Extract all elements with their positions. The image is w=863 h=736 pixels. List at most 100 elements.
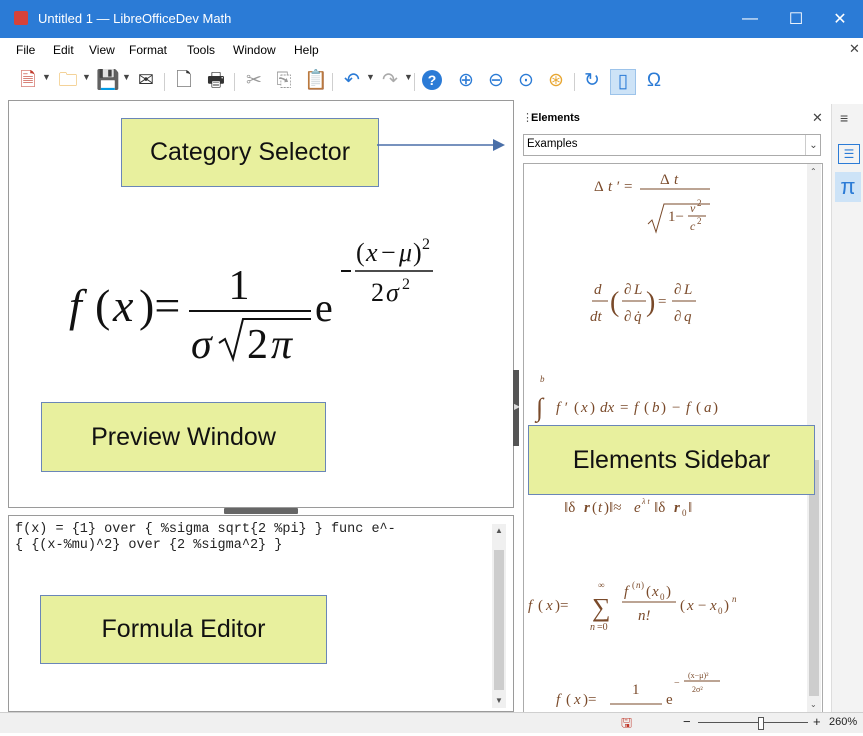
symbols-icon[interactable]: Ω bbox=[642, 69, 666, 93]
svg-text:=0: =0 bbox=[597, 622, 608, 633]
svg-text:t ′: t ′ bbox=[608, 179, 620, 195]
editor-scroll-thumb[interactable] bbox=[494, 550, 504, 690]
svg-text:(: ( bbox=[632, 580, 635, 590]
save-dropdown-icon[interactable]: ▼ bbox=[122, 72, 131, 82]
copy-icon[interactable]: ⎘ bbox=[272, 69, 296, 93]
svg-text:0: 0 bbox=[718, 606, 723, 616]
svg-text:q: q bbox=[684, 309, 692, 325]
example-lyapunov: ‖δ r(t)‖≈ eλ t ‖δ r 0 ‖ bbox=[564, 497, 692, 518]
svg-text:(: ( bbox=[610, 287, 619, 318]
zoom-in-icon[interactable]: ⊕ bbox=[454, 69, 478, 93]
svg-text:2: 2 bbox=[402, 276, 410, 293]
scroll-down-icon[interactable]: ⌄ bbox=[810, 700, 817, 709]
formula-editor-text[interactable]: f(x) = {1} over { %sigma sqrt{2 %pi} } f… bbox=[15, 522, 485, 582]
document-modified-icon: 🖫 bbox=[621, 715, 633, 730]
svg-text:)=: )= bbox=[555, 598, 568, 614]
undo-icon[interactable]: ↶ bbox=[340, 69, 364, 93]
formula-cursor-icon[interactable]: ▯ bbox=[610, 69, 636, 95]
elements-pi-icon[interactable]: π bbox=[835, 172, 861, 202]
svg-text:v: v bbox=[690, 201, 696, 215]
svg-text:(: ( bbox=[356, 238, 365, 267]
svg-text:x: x bbox=[580, 400, 588, 416]
properties-icon[interactable]: ☰ bbox=[838, 144, 860, 164]
sidebar-header: ⋮ Elements ✕ bbox=[519, 104, 827, 134]
menu-format[interactable]: Format bbox=[129, 43, 167, 57]
svg-text:e: e bbox=[666, 692, 673, 708]
example-taylor: f(x)= ∞ ∑ n =0 f(n) (x 0) n! (x − x 0) n bbox=[528, 580, 737, 633]
svg-text:(: ( bbox=[574, 400, 579, 416]
export-pdf-icon[interactable]: 🗋 bbox=[172, 69, 196, 93]
svg-text:x: x bbox=[651, 584, 659, 600]
editor-vertical-scrollbar[interactable]: ▲ ▼ bbox=[492, 524, 506, 708]
svg-text:(: ( bbox=[538, 598, 543, 614]
svg-text:q̇: q̇ bbox=[634, 309, 642, 325]
svg-text:=: = bbox=[658, 294, 666, 310]
callout-arrow bbox=[377, 139, 505, 151]
maximize-button[interactable]: ☐ bbox=[773, 0, 819, 38]
svg-text:λ t: λ t bbox=[641, 497, 650, 506]
svg-text:=: = bbox=[624, 179, 632, 195]
svg-text:)‖≈: )‖≈ bbox=[604, 500, 621, 516]
toolbar-separator bbox=[332, 73, 333, 91]
minimize-button[interactable]: — bbox=[727, 0, 773, 38]
editor-splitter-handle[interactable] bbox=[224, 508, 298, 514]
cut-icon[interactable]: ✂ bbox=[242, 69, 266, 93]
update-icon[interactable]: ↻ bbox=[580, 69, 604, 93]
callout-elements-sidebar: Elements Sidebar bbox=[528, 425, 815, 495]
example-lorentz: Δt ′ = Δt 1− v2 c2 bbox=[594, 172, 710, 234]
show-all-icon[interactable]: ⊛ bbox=[544, 69, 568, 93]
close-button[interactable]: ✕ bbox=[817, 0, 863, 38]
category-selected-value: Examples bbox=[527, 138, 578, 150]
zoom-in-button[interactable]: + bbox=[813, 714, 821, 729]
new-document-icon[interactable]: 🗎 bbox=[16, 69, 40, 93]
svg-text:f: f bbox=[528, 598, 534, 614]
menu-view[interactable]: View bbox=[89, 43, 115, 57]
scroll-up-icon[interactable]: ▲ bbox=[495, 526, 503, 535]
svg-text:): ) bbox=[646, 287, 655, 318]
open-folder-icon[interactable]: 🗀 bbox=[56, 69, 80, 93]
help-icon[interactable]: ? bbox=[420, 69, 444, 93]
svg-text:0: 0 bbox=[660, 592, 665, 602]
category-selector-dropdown[interactable]: Examples ⌄ bbox=[523, 134, 821, 156]
menu-help[interactable]: Help bbox=[294, 43, 319, 57]
sidebar-title: Elements bbox=[531, 112, 580, 124]
zoom-level[interactable]: 260% bbox=[829, 716, 857, 728]
menu-edit[interactable]: Edit bbox=[53, 43, 74, 57]
scroll-up-icon[interactable]: ⌃ bbox=[810, 167, 817, 176]
svg-text:‖δ: ‖δ bbox=[564, 500, 575, 516]
svg-text:x: x bbox=[573, 692, 581, 708]
menu-bar: File Edit View Format Tools Window Help … bbox=[0, 38, 863, 62]
zoom-slider-track[interactable] bbox=[698, 722, 808, 723]
svg-text:): ) bbox=[590, 400, 595, 416]
paste-icon[interactable]: 📋 bbox=[304, 69, 328, 93]
svg-text:L: L bbox=[683, 282, 692, 298]
print-icon[interactable]: 🖶 bbox=[204, 69, 228, 93]
svg-text:2: 2 bbox=[371, 278, 384, 307]
open-dropdown-icon[interactable]: ▼ bbox=[82, 72, 91, 82]
svg-text:dt: dt bbox=[590, 309, 603, 325]
zoom-out-icon[interactable]: ⊖ bbox=[484, 69, 508, 93]
zoom-100-icon[interactable]: ⊙ bbox=[514, 69, 538, 93]
email-icon[interactable]: ✉ bbox=[134, 69, 158, 93]
zoom-out-button[interactable]: − bbox=[683, 714, 691, 729]
close-document-button[interactable]: ✕ bbox=[849, 41, 860, 57]
svg-text:Δ: Δ bbox=[660, 172, 670, 188]
example-gaussian: f(x)= 1 e − (x−μ)² 2σ² bbox=[556, 671, 720, 708]
menu-window[interactable]: Window bbox=[233, 43, 276, 57]
redo-icon[interactable]: ↷ bbox=[378, 69, 402, 93]
sidebar-close-button[interactable]: ✕ bbox=[812, 110, 823, 126]
new-dropdown-icon[interactable]: ▼ bbox=[42, 72, 51, 82]
chevron-down-icon[interactable]: ⌄ bbox=[805, 135, 821, 155]
menu-file[interactable]: File bbox=[16, 43, 35, 57]
menu-tools[interactable]: Tools bbox=[187, 43, 215, 57]
svg-text:μ: μ bbox=[398, 238, 412, 267]
undo-dropdown-icon[interactable]: ▼ bbox=[366, 72, 375, 82]
zoom-slider-thumb[interactable] bbox=[758, 717, 764, 730]
redo-dropdown-icon[interactable]: ▼ bbox=[404, 72, 413, 82]
sidebar-menu-button[interactable]: ≡ bbox=[840, 110, 848, 126]
scroll-down-icon[interactable]: ▼ bbox=[495, 696, 503, 705]
save-icon[interactable]: 💾 bbox=[96, 69, 120, 93]
toolbar-separator bbox=[414, 73, 415, 91]
sidebar-scroll-thumb[interactable] bbox=[809, 460, 819, 696]
svg-text:(: ( bbox=[646, 584, 651, 600]
